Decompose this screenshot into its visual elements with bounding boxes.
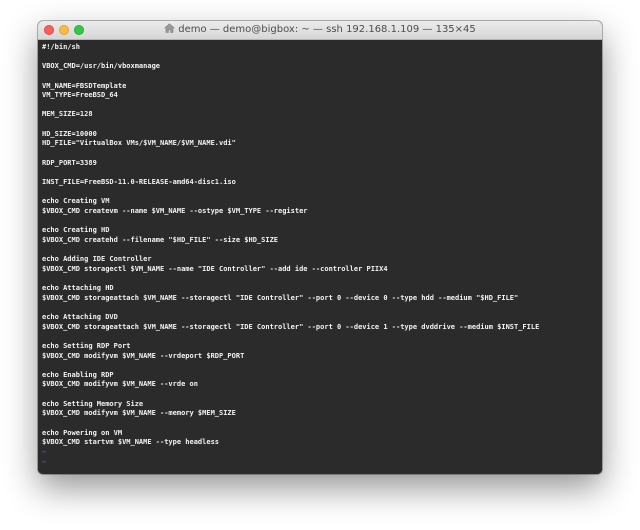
terminal-line: VBOX_CMD=/usr/bin/vboxmanage — [42, 62, 161, 71]
terminal-line: VM_TYPE=FreeBSD_64 — [42, 91, 118, 100]
empty-buffer-markers: ~ ~ — [42, 448, 598, 467]
terminal-line: $VBOX_CMD startvm $VM_NAME --type headle… — [42, 438, 220, 447]
terminal-line: VM_NAME=FBSDTemplate — [42, 81, 127, 90]
terminal-line: echo Creating VM — [42, 197, 110, 206]
terminal-content[interactable]: #!/bin/sh VBOX_CMD=/usr/bin/vboxmanage VM_… — [38, 40, 602, 474]
terminal-line: echo Setting RDP Port — [42, 341, 131, 350]
terminal-line: $VBOX_CMD storagectl $VM_NAME --name "ID… — [42, 264, 388, 273]
script-lines: #!/bin/sh VBOX_CMD=/usr/bin/vboxmanage VM_… — [42, 43, 598, 448]
window-title: demo — demo@bigbox: ~ — ssh 192.168.1.10… — [178, 24, 476, 35]
terminal-line: echo Setting Memory Size — [42, 399, 144, 408]
empty-line-tilde: ~ — [42, 457, 47, 466]
terminal-line: echo Adding IDE Controller — [42, 255, 152, 264]
terminal-line: $VBOX_CMD modifyvm $VM_NAME --vrde on — [42, 380, 198, 389]
terminal-line: echo Attaching DVD — [42, 312, 118, 321]
terminal-line: $VBOX_CMD modifyvm $VM_NAME --memory $ME… — [42, 409, 236, 418]
terminal-line: echo Creating HD — [42, 226, 110, 235]
terminal-window: demo — demo@bigbox: ~ — ssh 192.168.1.10… — [38, 21, 602, 474]
terminal-line: $VBOX_CMD storageattach $VM_NAME --stora… — [42, 293, 519, 302]
terminal-line: INST_FILE=FreeBSD-11.0-RELEASE-amd64-dis… — [42, 177, 236, 186]
terminal-line: #!/bin/sh — [42, 43, 80, 51]
terminal-line: echo Attaching HD — [42, 284, 114, 293]
terminal-line: MEM_SIZE=128 — [42, 110, 93, 119]
terminal-line: HD_SIZE=10000 — [42, 129, 97, 138]
terminal-line: echo Powering on VM — [42, 428, 123, 437]
terminal-line: HD_FILE="VirtualBox VMs/$VM_NAME/$VM_NAM… — [42, 139, 236, 148]
terminal-line: $VBOX_CMD createvm --name $VM_NAME --ost… — [42, 206, 308, 215]
terminal-line: echo Enabling RDP — [42, 370, 114, 379]
window-title-container: demo — demo@bigbox: ~ — ssh 192.168.1.10… — [38, 21, 602, 39]
terminal-line: $VBOX_CMD storageattach $VM_NAME --stora… — [42, 322, 540, 331]
title-bar[interactable]: demo — demo@bigbox: ~ — ssh 192.168.1.10… — [38, 21, 602, 40]
terminal-line: $VBOX_CMD createhd --filename "$HD_FILE"… — [42, 235, 279, 244]
terminal-line: $VBOX_CMD modifyvm $VM_NAME --vrdeport $… — [42, 351, 245, 360]
empty-line-tilde: ~ — [42, 447, 47, 456]
home-icon — [164, 23, 176, 33]
terminal-line: RDP_PORT=3389 — [42, 158, 97, 167]
